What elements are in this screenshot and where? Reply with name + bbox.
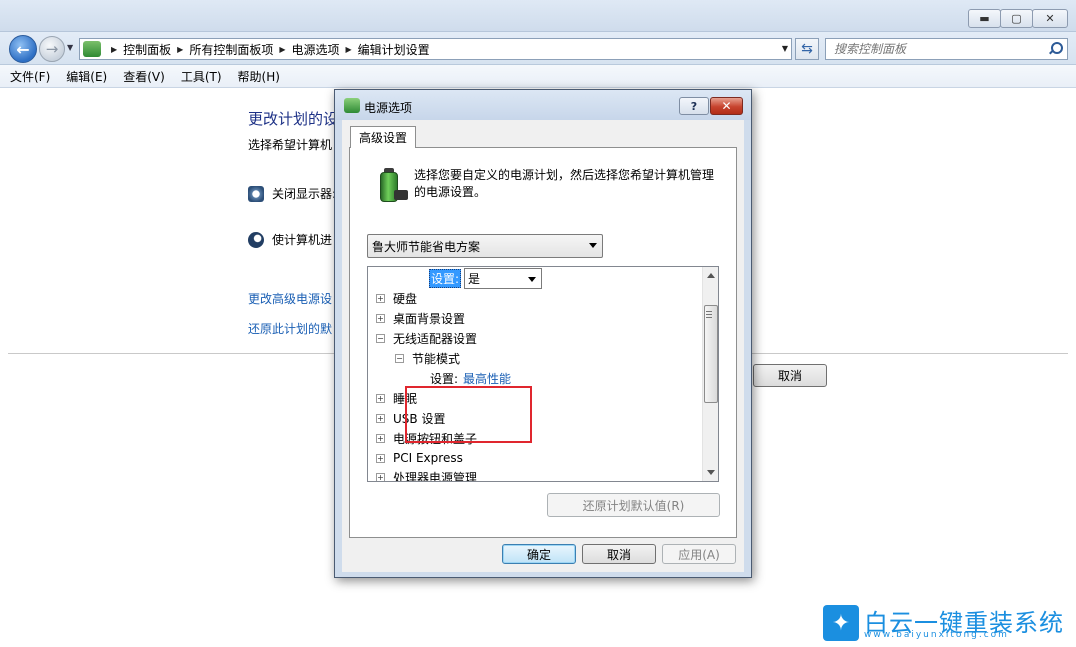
sleep-label: 使计算机进 (272, 233, 333, 247)
cancel-button[interactable]: 取消 (582, 544, 656, 564)
dialog-close-button[interactable]: ✕ (710, 97, 743, 115)
address-bar[interactable]: ▶ 控制面板 ▶ 所有控制面板项 ▶ 电源选项 ▶ 编辑计划设置 ▼ (79, 38, 792, 60)
battery-plug-icon (372, 166, 410, 206)
display-off-label: 关闭显示器: (272, 187, 337, 201)
ok-button[interactable]: 确定 (502, 544, 576, 564)
tree-item-power-saving-mode[interactable]: − 节能模式 (395, 348, 460, 368)
search-input[interactable] (826, 42, 1036, 56)
tree-row-setting: 设置: 是 (429, 267, 543, 289)
history-dropdown-icon[interactable]: ▼ (67, 43, 73, 52)
tree-item-desktop-background[interactable]: + 桌面背景设置 (376, 308, 465, 328)
tree-item-label: 硬盘 (393, 291, 418, 306)
watermark-url: www.baiyunxitong.com (864, 630, 1009, 640)
menu-edit[interactable]: 编辑(E) (66, 68, 107, 85)
breadcrumb-edit-plan[interactable]: 编辑计划设置 (358, 41, 430, 58)
maximize-button[interactable]: ▢ (1000, 9, 1033, 28)
tree-item-label: PCI Express (393, 451, 463, 465)
window-titlebar: ▬ ▢ ✕ (0, 0, 1076, 32)
power-plan-select[interactable]: 鲁大师节能省电方案 (367, 234, 603, 258)
dialog-titlebar: 电源选项 ? ✕ (335, 90, 751, 120)
setting-value-link[interactable]: 最高性能 (463, 370, 511, 387)
chevron-down-icon (589, 243, 597, 248)
power-options-dialog: 电源选项 ? ✕ 高级设置 选择您要自定义的电源计划，然后选择您希望计算机管理的… (334, 89, 752, 578)
display-off-row: 关闭显示器: (248, 185, 336, 202)
tree-item-label: 处理器电源管理 (393, 470, 478, 482)
tree-scrollbar[interactable] (702, 267, 718, 481)
tab-advanced-settings[interactable]: 高级设置 (350, 126, 416, 148)
navigation-bar: ← → ▼ ▶ 控制面板 ▶ 所有控制面板项 ▶ 电源选项 ▶ 编辑计划设置 ▼… (0, 32, 1076, 65)
menu-tools[interactable]: 工具(T) (181, 68, 222, 85)
scroll-up-icon[interactable] (707, 273, 715, 278)
grip-icon (706, 311, 712, 318)
expand-icon[interactable]: + (376, 413, 385, 423)
tree-row-power-mode-setting[interactable]: 设置: 最高性能 (430, 368, 511, 388)
page-subtitle: 选择希望计算机 (248, 138, 333, 152)
advanced-settings-link[interactable]: 更改高级电源设 (248, 290, 332, 307)
chevron-right-icon[interactable]: ▶ (279, 45, 285, 54)
menu-view[interactable]: 查看(V) (123, 68, 165, 85)
tree-item-pci-express[interactable]: + PCI Express (376, 448, 463, 468)
collapse-icon[interactable]: − (395, 353, 404, 363)
expand-icon[interactable]: + (376, 293, 385, 303)
intro-text: 选择您要自定义的电源计划，然后选择您希望计算机管理的电源设置。 (414, 168, 715, 199)
menu-bar: 文件(F) 编辑(E) 查看(V) 工具(T) 帮助(H) (0, 65, 1076, 88)
collapse-icon[interactable]: − (376, 333, 385, 343)
sleep-row: 使计算机进 (248, 231, 332, 248)
address-dropdown-icon[interactable]: ▼ (782, 44, 788, 53)
expand-icon[interactable]: + (376, 453, 385, 463)
setting-value-select[interactable]: 是 (464, 267, 543, 289)
breadcrumb-control-panel[interactable]: 控制面板 (123, 41, 171, 58)
expand-icon[interactable]: + (376, 313, 385, 323)
breadcrumb-power-options[interactable]: 电源选项 (292, 41, 340, 58)
close-button[interactable]: ✕ (1032, 9, 1068, 28)
setting-label: 设置: (430, 371, 459, 386)
setting-label: 设置: (429, 268, 462, 288)
monitor-clock-icon (248, 185, 264, 202)
scroll-down-icon[interactable] (707, 470, 715, 475)
search-icon[interactable] (1048, 42, 1063, 55)
chevron-right-icon[interactable]: ▶ (177, 45, 183, 54)
tree-item-processor[interactable]: + 处理器电源管理 (376, 467, 478, 482)
restore-defaults-link[interactable]: 还原此计划的默 (248, 320, 332, 337)
chevron-right-icon[interactable]: ▶ (346, 45, 352, 54)
chevron-right-icon[interactable]: ▶ (111, 45, 117, 54)
advanced-settings-panel: 选择您要自定义的电源计划，然后选择您希望计算机管理的电源设置。 鲁大师节能省电方… (349, 147, 737, 538)
refresh-icon[interactable]: ⇆ (795, 38, 819, 60)
caption-buttons: ▬ ▢ ✕ (968, 9, 1068, 28)
setting-value: 是 (468, 271, 481, 286)
help-button[interactable]: ? (679, 97, 709, 115)
scroll-thumb[interactable] (704, 305, 718, 403)
restore-plan-defaults-button[interactable]: 还原计划默认值(R) (547, 493, 720, 517)
tree-item-label: 桌面背景设置 (393, 311, 466, 326)
expand-icon[interactable]: + (376, 393, 385, 403)
chevron-down-icon (528, 276, 537, 282)
tree-item-label: 无线适配器设置 (393, 331, 478, 346)
moon-icon (248, 231, 264, 248)
dialog-title: 电源选项 (364, 101, 413, 115)
red-highlight-box (405, 386, 532, 443)
expand-icon[interactable]: + (376, 472, 385, 481)
power-plan-value: 鲁大师节能省电方案 (372, 239, 481, 254)
page-title: 更改计划的设 (248, 110, 339, 128)
tree-item-hard-disk[interactable]: + 硬盘 (376, 288, 417, 308)
forward-arrow-icon[interactable]: → (39, 36, 65, 62)
search-box[interactable] (825, 38, 1068, 60)
breadcrumb-all-items[interactable]: 所有控制面板项 (189, 41, 273, 58)
back-arrow-icon[interactable]: ← (9, 35, 37, 63)
page-cancel-button[interactable]: 取消 (753, 364, 827, 387)
menu-help[interactable]: 帮助(H) (238, 68, 280, 85)
minimize-button[interactable]: ▬ (968, 9, 1001, 28)
tree-item-wireless-adapter[interactable]: − 无线适配器设置 (376, 328, 477, 348)
tree-item-label: 节能模式 (412, 351, 461, 366)
menu-file[interactable]: 文件(F) (10, 68, 50, 85)
expand-icon[interactable]: + (376, 433, 385, 443)
power-options-icon (344, 98, 360, 113)
control-panel-icon (83, 41, 101, 57)
apply-button[interactable]: 应用(A) (662, 544, 736, 564)
dialog-body: 高级设置 选择您要自定义的电源计划，然后选择您希望计算机管理的电源设置。 鲁大师… (342, 120, 744, 572)
settings-tree[interactable]: 设置: 是 + 硬盘 + 桌面背景设置 − 无线适配器设置 − 节能模式 设置:… (367, 266, 719, 482)
bird-logo-icon: ✦ (823, 605, 859, 641)
